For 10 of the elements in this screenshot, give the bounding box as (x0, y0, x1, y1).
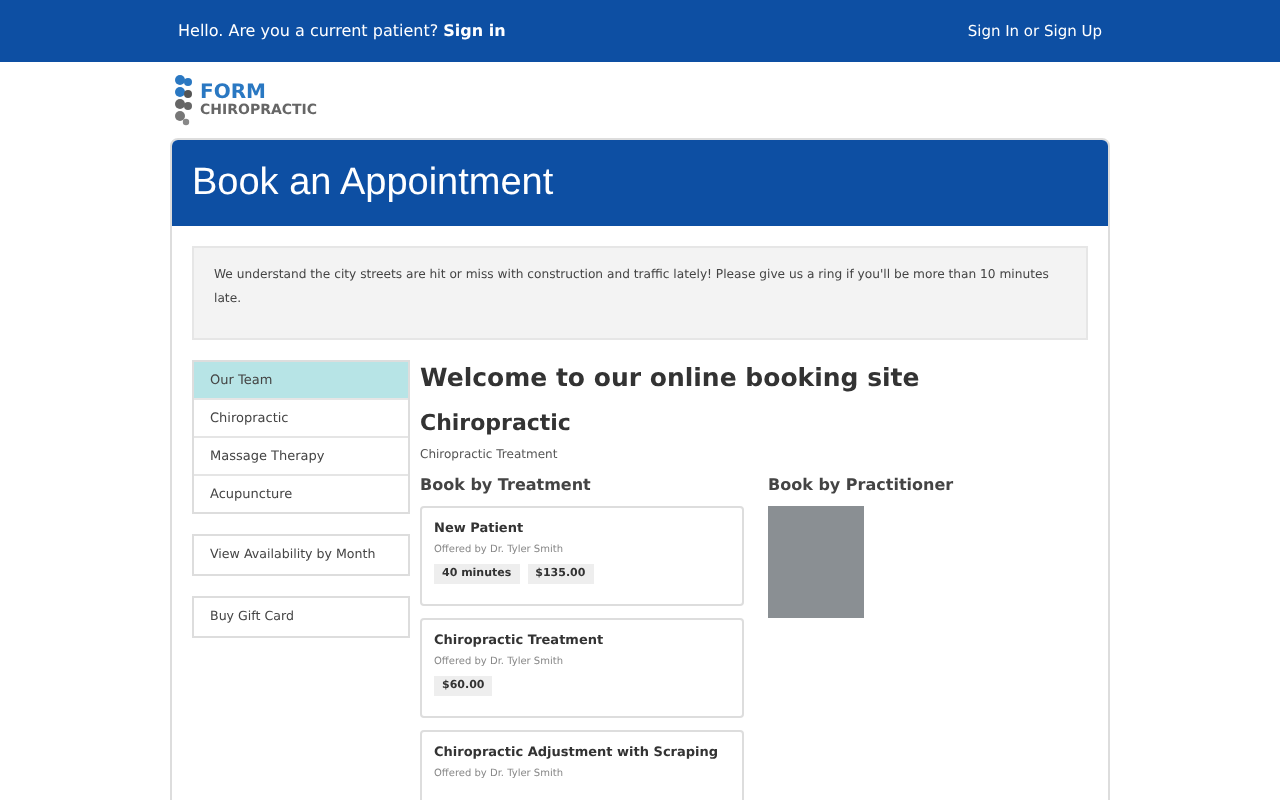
column-title: Book by Treatment (420, 476, 593, 495)
sign-in-link[interactable]: Sign in (443, 22, 506, 40)
photo-placeholder[interactable] (768, 506, 864, 619)
spine-logo-icon (172, 74, 196, 126)
card-title: Book an Appointment (192, 161, 554, 205)
welcome-heading: Welcome to our online booking site (420, 362, 922, 393)
greeting-text: Hello. Are you a current patient? Sign in (178, 22, 506, 40)
column-title: Book by Practitioner (768, 476, 954, 495)
section-title: Chiropractic (420, 410, 573, 437)
logo-name: FORM (200, 83, 268, 103)
